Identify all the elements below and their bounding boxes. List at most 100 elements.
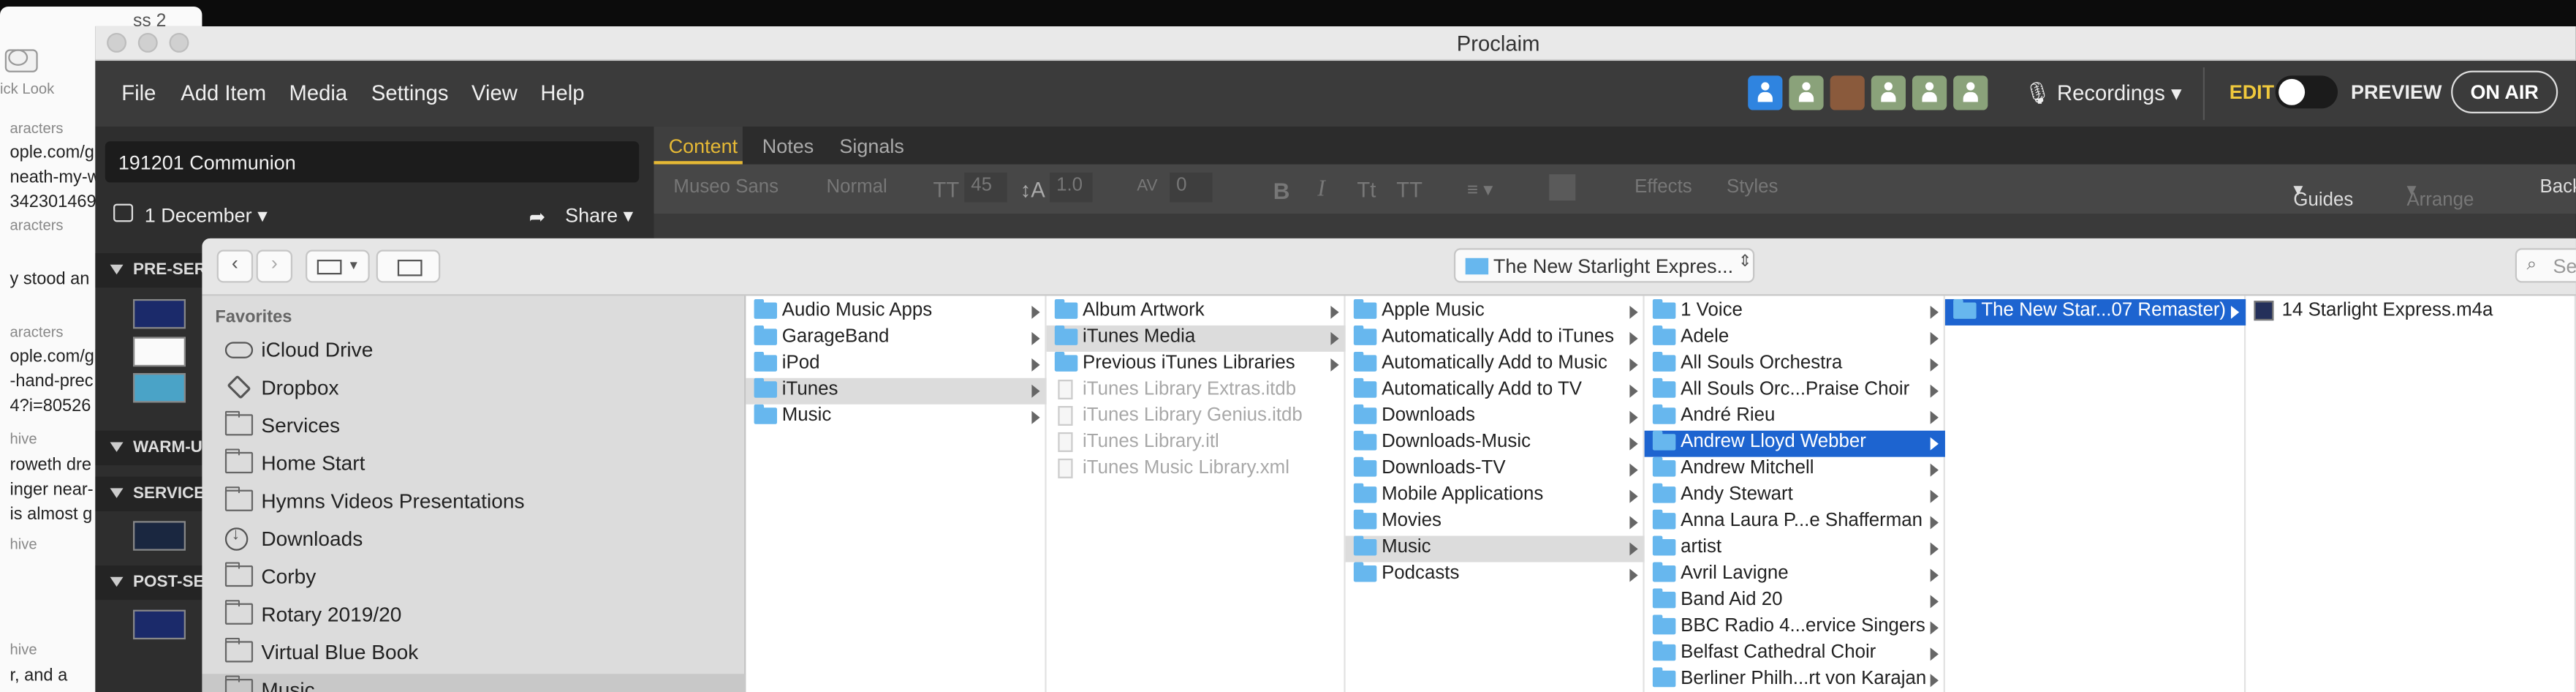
font-size-field[interactable]: 45 [964,172,1007,203]
list-item[interactable]: BBC Radio 4...ervice Singers [1645,614,1945,641]
person-button-3[interactable] [1912,75,1947,110]
person-button-1[interactable] [1789,75,1824,110]
italic-button[interactable]: I [1317,178,1325,204]
sidebar-item-services[interactable]: Services [224,407,340,445]
menu-media[interactable]: Media [289,80,348,105]
add-person-button[interactable] [1748,75,1783,110]
list-item[interactable]: iTunes Library.itl [1047,431,1346,457]
all-caps-button[interactable]: TT [1396,178,1423,203]
list-item[interactable]: iTunes [746,377,1047,405]
list-item[interactable]: Audio Music Apps [746,298,1046,326]
list-item[interactable]: Andrew Lloyd Webber [1644,430,1945,457]
list-item[interactable]: Previous iTunes Libraries [1047,351,1346,378]
recordings-menu[interactable]: 🎙 Recordings ▾ [2024,80,2182,107]
list-item[interactable]: Anna Laura P...e Shafferman [1645,509,1945,536]
styles-menu[interactable]: Styles [1727,178,1778,198]
list-item[interactable]: iTunes Media [1046,325,1346,352]
background-menu[interactable]: Back [2539,178,2575,198]
color-swatch[interactable] [1549,174,1576,201]
list-item[interactable]: All Souls Orchestra [1645,351,1945,378]
forward-button[interactable]: › [256,249,293,283]
sidebar-item-hymns-videos-presentations[interactable]: Hymns Videos Presentations [224,484,525,522]
list-item[interactable]: Album Artwork [1047,298,1346,326]
list-item[interactable]: Downloads-TV [1346,456,1645,484]
sidebar-item-downloads[interactable]: Downloads [224,521,363,559]
guides-menu[interactable]: Guides ▾ [2293,178,2353,210]
list-item[interactable]: Podcasts [1346,562,1645,588]
list-item[interactable]: iTunes Library Extras.itdb [1047,378,1346,405]
line-height-field[interactable]: 1.0 [1050,172,1093,203]
list-item[interactable]: Avril Lavigne [1645,562,1945,588]
sidebar-item-rotary-2019-20[interactable]: Rotary 2019/20 [224,597,401,635]
list-item[interactable]: Andy Stewart [1645,483,1945,510]
sidebar-item-dropbox[interactable]: Dropbox [225,370,339,408]
list-item[interactable]: Mobile Applications [1346,483,1645,510]
menu-help[interactable]: Help [540,80,584,105]
list-item[interactable]: Automatically Add to TV [1346,377,1645,405]
list-item[interactable]: All Souls Orc...Praise Choir [1645,377,1945,405]
tab-signals[interactable]: Signals [839,135,904,157]
sidebar-item-virtual-blue-book[interactable]: Virtual Blue Book [224,634,418,672]
list-item[interactable]: Belfast Cathedral Choir [1645,641,1945,667]
list-item[interactable]: Music [1345,535,1645,563]
list-item[interactable]: iPod [746,351,1046,378]
menu-add-item[interactable]: Add Item [181,80,266,105]
tracking-field[interactable]: 0 [1170,172,1213,203]
list-item[interactable]: Automatically Add to iTunes [1346,325,1645,352]
edit-preview-toggle[interactable] [2275,75,2338,109]
on-air-button[interactable]: ON AIR [2451,70,2558,114]
list-item[interactable]: Automatically Add to Music [1346,351,1645,378]
sidebar-item-music[interactable]: Music [224,672,315,692]
font-select[interactable]: Museo Sans [673,178,779,198]
sidebar-item-corby[interactable]: Corby [224,559,316,597]
list-item[interactable]: Apple Music [1346,298,1645,326]
slide-thumbnail[interactable] [133,521,186,551]
list-item[interactable]: 14 Starlight Express.m4a [2246,299,2576,326]
list-item[interactable]: artist [1645,535,1945,563]
effects-menu[interactable]: Effects [1634,178,1692,198]
slide-thumbnail[interactable] [133,373,186,403]
slide-thumbnail[interactable] [133,609,186,640]
list-item[interactable]: iTunes Library Genius.itdb [1047,405,1346,431]
view-mode-button[interactable]: ▾ [306,249,370,283]
person-icon [1881,82,1896,102]
search-field[interactable]: ⌕ Search [2515,248,2576,283]
list-item[interactable]: GarageBand [746,325,1046,352]
arrange-menu[interactable]: Arrange ▾ [2406,178,2474,210]
list-item[interactable]: Andrew Mitchell [1645,456,1945,484]
list-item[interactable]: Music [746,404,1046,431]
font-weight-select[interactable]: Normal [826,178,887,198]
user-avatar[interactable] [1830,75,1865,110]
menu-file[interactable]: File [121,80,156,105]
service-name-field[interactable]: 191201 Communion [105,141,640,183]
new-folder-button[interactable] [376,249,441,283]
service-date[interactable]: 1 December ▾ [145,204,268,227]
list-item[interactable]: iTunes Music Library.xml [1047,457,1346,484]
menu-settings[interactable]: Settings [371,80,449,105]
list-item[interactable]: The New Star...07 Remaster) [1944,298,2246,326]
person-button-2[interactable] [1871,75,1906,110]
list-item[interactable]: Band Aid 20 [1645,588,1945,614]
sidebar-item-icloud-drive[interactable]: iCloud Drive [224,332,373,370]
list-item[interactable]: Downloads [1346,404,1645,431]
small-caps-button[interactable]: Tt [1357,178,1376,203]
tab-content[interactable]: Content [669,135,738,157]
tab-notes[interactable]: Notes [762,135,814,157]
person-button-4[interactable] [1953,75,1988,110]
align-select[interactable]: ≡ ▾ [1467,178,1493,200]
list-item[interactable]: Downloads-Music [1346,430,1645,457]
list-item[interactable]: André Rieu [1645,404,1945,431]
slide-thumbnail[interactable] [133,336,186,367]
back-button[interactable]: ‹ [216,249,254,283]
sidebar-item-home-start[interactable]: Home Start [224,445,365,484]
slide-thumbnail[interactable] [133,298,186,329]
list-item[interactable]: Adele [1645,325,1945,352]
list-item[interactable]: Berliner Philh...rt von Karajan [1645,667,1945,692]
folder-icon [1652,588,1676,609]
path-selector[interactable]: The New Starlight Expres... ⇕ [1453,248,1755,283]
menu-view[interactable]: View [471,80,518,105]
list-item[interactable]: 1 Voice [1645,298,1945,326]
bold-button[interactable]: B [1273,178,1290,204]
list-item[interactable]: Movies [1346,509,1645,536]
share-button[interactable]: Share ▾ [565,204,633,227]
